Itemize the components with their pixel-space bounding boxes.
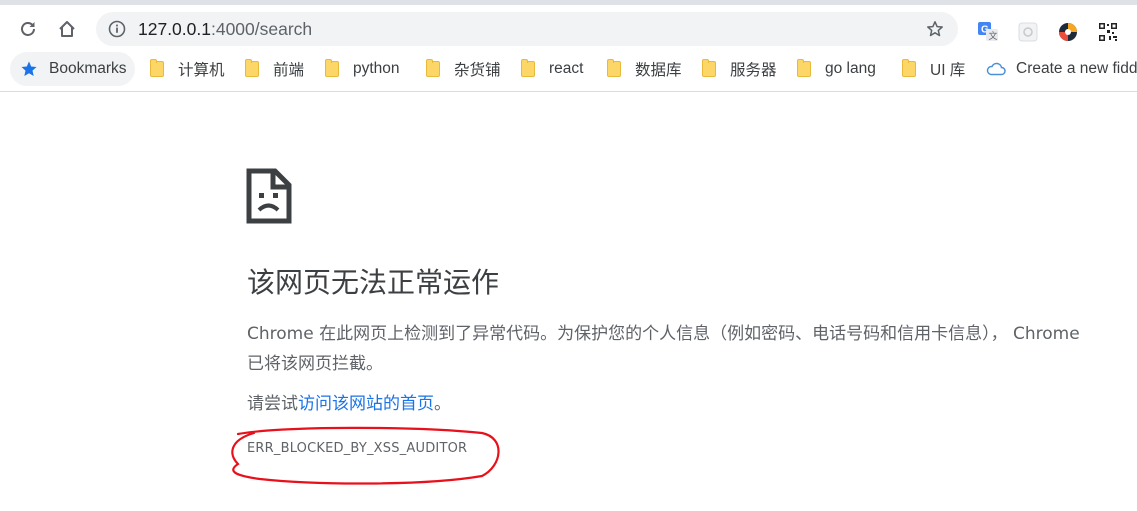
bookmark-label: 数据库: [635, 62, 682, 79]
bookmark-label: 杂货铺: [454, 62, 501, 79]
bookmarks-menu-button[interactable]: Bookmarks: [10, 52, 135, 86]
bookmark-label: UI 库: [930, 62, 966, 79]
bookmark-folder-qianduan[interactable]: 前端: [245, 52, 304, 86]
folder-icon: [797, 59, 811, 77]
suggestion-prefix: 请尝试: [247, 394, 298, 414]
browser-toolbar: 127.0.0.1:4000/search G 文: [0, 0, 1137, 52]
folder-icon: [607, 59, 621, 77]
suggestion-line: 请尝试访问该网站的首页。: [247, 389, 451, 419]
annotation-circle: [231, 426, 500, 485]
translate-extension-icon[interactable]: G 文: [977, 21, 999, 43]
error-description-text: Chrome 在此网页上检测到了异常代码。为保护您的个人信息（例如密码、电话号码…: [247, 324, 1080, 374]
folder-icon: [521, 59, 535, 77]
bookmark-label: 前端: [273, 62, 305, 79]
address-bar[interactable]: 127.0.0.1:4000/search: [96, 12, 958, 46]
bookmark-label: python: [353, 60, 400, 77]
bookmark-folder-shujuku[interactable]: 数据库: [607, 52, 682, 86]
page-title: 该网页无法正常运作: [247, 266, 500, 299]
bookmark-folder-zahuopu[interactable]: 杂货铺: [426, 52, 501, 86]
bookmark-label: Bookmarks: [49, 60, 127, 77]
bookmark-create-fiddle[interactable]: Create a new fidd: [986, 52, 1137, 86]
error-code: ERR_BLOCKED_BY_XSS_AUDITOR: [247, 441, 468, 456]
star-icon: [21, 61, 37, 76]
bookmark-folder-ui-ku[interactable]: UI 库: [902, 52, 965, 86]
bookmark-label: 服务器: [730, 62, 777, 79]
url-host: 127.0.0.1: [138, 19, 211, 39]
folder-icon: [325, 59, 339, 77]
bookmarks-bar: Bookmarks 计算机 前端 python 杂货铺 react 数据库 服务…: [0, 52, 1137, 92]
bookmark-label: Create a new fidd: [1016, 60, 1137, 77]
homepage-link[interactable]: 访问该网站的首页: [298, 394, 434, 414]
bookmark-folder-fuwuqi[interactable]: 服务器: [702, 52, 777, 86]
folder-icon: [245, 59, 259, 77]
bookmark-label: go lang: [825, 60, 876, 77]
svg-text:文: 文: [989, 30, 998, 41]
folder-icon: [426, 59, 440, 77]
sync-extension-icon[interactable]: [1057, 21, 1079, 43]
error-description: Chrome 在此网页上检测到了异常代码。为保护您的个人信息（例如密码、电话号码…: [247, 319, 1117, 379]
bookmark-label: react: [549, 60, 584, 77]
info-icon[interactable]: [108, 20, 126, 38]
bookmark-label: 计算机: [178, 62, 225, 79]
qr-code-icon[interactable]: [1097, 21, 1119, 43]
folder-icon: [902, 59, 916, 77]
bookmark-star-icon[interactable]: [926, 20, 944, 38]
folder-icon: [702, 59, 716, 77]
suggestion-suffix: 。: [434, 394, 451, 414]
home-icon[interactable]: [55, 17, 79, 41]
cloud-icon: [986, 62, 1006, 76]
bookmark-folder-jisuanji[interactable]: 计算机: [150, 52, 225, 86]
bookmark-folder-golang[interactable]: go lang: [797, 52, 876, 86]
url-path: :4000/search: [210, 19, 313, 39]
extension-placeholder-icon[interactable]: [1017, 21, 1039, 43]
bookmark-folder-react[interactable]: react: [521, 52, 583, 86]
bookmark-folder-python[interactable]: python: [325, 52, 400, 86]
sad-page-icon: [246, 168, 292, 224]
folder-icon: [150, 59, 164, 77]
url-text[interactable]: 127.0.0.1:4000/search: [138, 19, 312, 39]
reload-icon[interactable]: [16, 17, 40, 41]
